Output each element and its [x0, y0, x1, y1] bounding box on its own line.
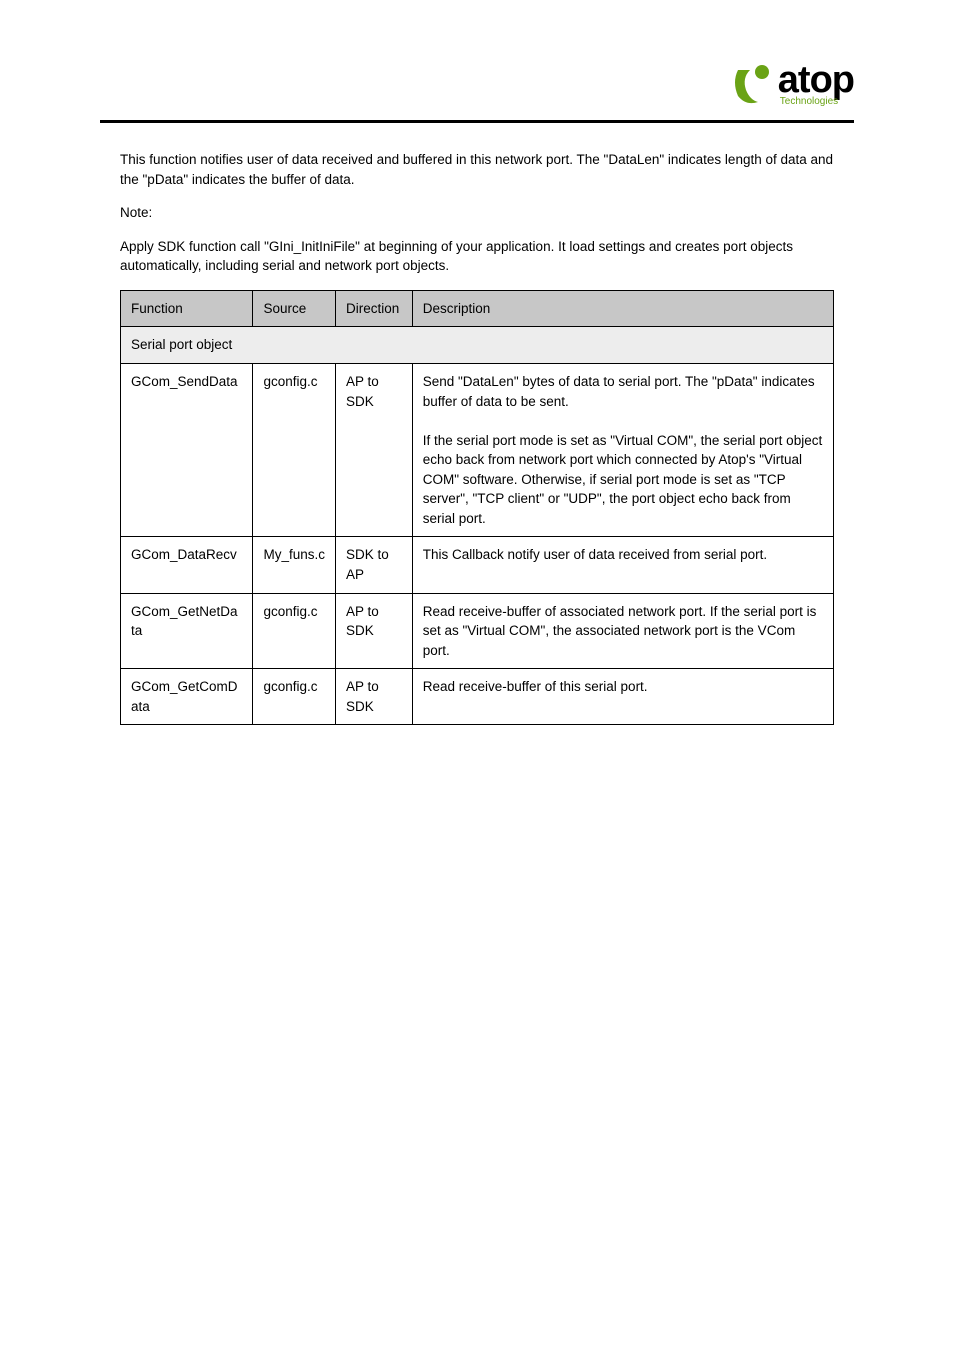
- cell-direction: SDK to AP: [336, 537, 413, 593]
- api-table: Function Source Direction Description Se…: [120, 290, 834, 726]
- cell-direction: AP to SDK: [336, 669, 413, 725]
- cell-function: GCom_GetNetDa ta: [121, 593, 253, 669]
- logo-brand: atop: [778, 61, 854, 99]
- cell-source: gconfig.c: [253, 593, 336, 669]
- paragraph-intro: This function notifies user of data rece…: [120, 150, 834, 189]
- note-body: Apply SDK function call "GIni_InitIniFil…: [120, 237, 834, 276]
- page: atop Technologies This function notifies…: [0, 0, 954, 1350]
- table-header-row: Function Source Direction Description: [121, 290, 834, 327]
- note-title: Note:: [120, 203, 834, 223]
- section-title: Serial port object: [121, 327, 834, 364]
- col-direction: Direction: [336, 290, 413, 327]
- cell-function: GCom_DataRecv: [121, 537, 253, 593]
- cell-source: My_funs.c: [253, 537, 336, 593]
- cell-description: This Callback notify user of data receiv…: [412, 537, 833, 593]
- table-row: GCom_GetComD ata gconfig.c AP to SDK Rea…: [121, 669, 834, 725]
- col-source: Source: [253, 290, 336, 327]
- cell-description: Read receive-buffer of this serial port.: [412, 669, 833, 725]
- table-row: GCom_SendData gconfig.c AP to SDK Send "…: [121, 363, 834, 537]
- cell-description: Send "DataLen" bytes of data to serial p…: [412, 363, 833, 537]
- table-row: GCom_DataRecv My_funs.c SDK to AP This C…: [121, 537, 834, 593]
- table-row: GCom_GetNetDa ta gconfig.c AP to SDK Rea…: [121, 593, 834, 669]
- logo: atop Technologies: [728, 60, 854, 108]
- cell-source: gconfig.c: [253, 669, 336, 725]
- logo-sub: Technologies: [780, 97, 838, 107]
- logo-icon: [728, 60, 776, 108]
- section-row: Serial port object: [121, 327, 834, 364]
- cell-function: GCom_SendData: [121, 363, 253, 537]
- header-rule: [100, 120, 854, 123]
- cell-function: GCom_GetComD ata: [121, 669, 253, 725]
- cell-direction: AP to SDK: [336, 593, 413, 669]
- logo-text: atop Technologies: [778, 61, 854, 107]
- cell-description: Read receive-buffer of associated networ…: [412, 593, 833, 669]
- cell-source: gconfig.c: [253, 363, 336, 537]
- col-description: Description: [412, 290, 833, 327]
- col-function: Function: [121, 290, 253, 327]
- content: This function notifies user of data rece…: [120, 150, 834, 725]
- cell-direction: AP to SDK: [336, 363, 413, 537]
